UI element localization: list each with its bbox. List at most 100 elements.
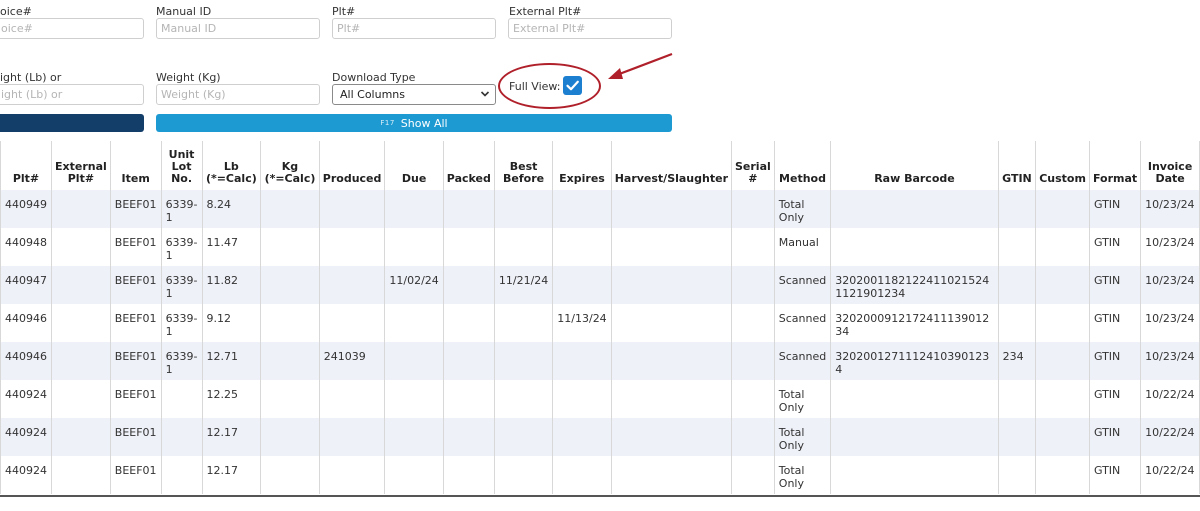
table-cell <box>443 266 495 304</box>
table-cell: Total Only <box>774 456 832 494</box>
table-cell <box>260 342 320 380</box>
table-row[interactable]: 440949 BEEF01 6339-1 8.24 Total Only GTIN 10/2… <box>0 190 1200 228</box>
table-cell <box>494 190 554 228</box>
col-harvest[interactable]: Harvest/Slaughter <box>611 141 733 190</box>
table-cell <box>443 190 495 228</box>
col-item[interactable]: Item <box>110 141 162 190</box>
table-cell: 12.25 <box>202 380 262 418</box>
table-cell <box>830 228 999 266</box>
col-best-before[interactable]: Best Before <box>494 141 554 190</box>
col-plt[interactable]: Plt# <box>0 141 52 190</box>
table-cell: 10/23/24 <box>1140 342 1200 380</box>
table-cell <box>611 228 733 266</box>
table-cell <box>319 190 386 228</box>
table-cell <box>51 266 111 304</box>
table-cell: BEEF01 <box>110 190 162 228</box>
table-cell: 440949 <box>0 190 52 228</box>
table-cell <box>552 190 612 228</box>
table-cell <box>611 456 733 494</box>
col-format[interactable]: Format <box>1089 141 1142 190</box>
weight-kg-input[interactable]: Weight (Kg) <box>156 84 320 105</box>
table-cell: GTIN <box>1089 380 1142 418</box>
col-raw-barcode[interactable]: Raw Barcode <box>830 141 999 190</box>
table-cell: 440946 <box>0 304 52 342</box>
table-cell <box>998 266 1037 304</box>
table-cell: GTIN <box>1089 418 1142 456</box>
table-cell <box>552 380 612 418</box>
annotation-circle <box>498 63 601 109</box>
invoice-input[interactable]: oice# <box>0 18 144 39</box>
download-type-select[interactable]: All Columns <box>332 84 496 105</box>
weight-lb-label: ight (Lb) or <box>0 71 62 84</box>
chevron-down-icon <box>480 87 490 104</box>
col-invoice-date[interactable]: Invoice Date <box>1140 141 1200 190</box>
table-cell <box>51 342 111 380</box>
col-due[interactable]: Due <box>384 141 444 190</box>
table-cell: 10/23/24 <box>1140 228 1200 266</box>
col-custom[interactable]: Custom <box>1035 141 1090 190</box>
col-expires[interactable]: Expires <box>552 141 612 190</box>
table-cell <box>260 456 320 494</box>
table-cell: 241039 <box>319 342 386 380</box>
table-row[interactable]: 440947 BEEF01 6339-1 11.82 11/02/24 11/21/24 S… <box>0 266 1200 304</box>
table-cell <box>161 418 203 456</box>
col-packed[interactable]: Packed <box>443 141 495 190</box>
table-cell <box>51 228 111 266</box>
col-unit-lot[interactable]: Unit Lot No. <box>161 141 203 190</box>
col-kg[interactable]: Kg (*=Calc) <box>260 141 320 190</box>
table-cell <box>1035 266 1090 304</box>
col-external-plt[interactable]: External Plt# <box>51 141 111 190</box>
table-cell <box>384 418 444 456</box>
table-cell: BEEF01 <box>110 266 162 304</box>
external-plt-input[interactable]: External Plt# <box>508 18 672 39</box>
col-serial[interactable]: Serial # <box>731 141 775 190</box>
search-button[interactable] <box>0 114 144 132</box>
weight-lb-input[interactable]: ight (Lb) or <box>0 84 144 105</box>
show-all-label: Show All <box>400 116 448 130</box>
table-cell: BEEF01 <box>110 228 162 266</box>
table-cell <box>384 228 444 266</box>
table-row[interactable]: 440946 BEEF01 6339-1 12.71 241039 Scanned 3202… <box>0 342 1200 380</box>
table-cell: 6339-1 <box>161 228 203 266</box>
table-cell: 10/22/24 <box>1140 418 1200 456</box>
col-method[interactable]: Method <box>774 141 832 190</box>
table-cell: 10/23/24 <box>1140 190 1200 228</box>
table-cell: BEEF01 <box>110 304 162 342</box>
table-cell <box>51 380 111 418</box>
table-cell: Total Only <box>774 380 832 418</box>
table-cell <box>494 456 554 494</box>
table-cell <box>611 304 733 342</box>
table-row[interactable]: 440948 BEEF01 6339-1 11.47 Manual GTIN 10/23/2… <box>0 228 1200 266</box>
table-cell <box>319 380 386 418</box>
table-cell: GTIN <box>1089 342 1142 380</box>
table-cell <box>161 456 203 494</box>
table-cell: 8.24 <box>202 190 262 228</box>
table-cell <box>1035 380 1090 418</box>
table-cell <box>384 190 444 228</box>
table-cell: 10/22/24 <box>1140 380 1200 418</box>
table-cell <box>443 228 495 266</box>
table-cell <box>494 342 554 380</box>
table-cell <box>998 418 1037 456</box>
table-cell: Scanned <box>774 266 832 304</box>
table-row[interactable]: 440946 BEEF01 6339-1 9.12 11/13/24 Scanned 320… <box>0 304 1200 342</box>
plt-input[interactable]: Plt# <box>332 18 496 39</box>
col-produced[interactable]: Produced <box>319 141 386 190</box>
manual-id-input[interactable]: Manual ID <box>156 18 320 39</box>
table-row[interactable]: 440924 BEEF01 12.17 Total Only GTIN 10/22/24 <box>0 456 1200 494</box>
table-cell: GTIN <box>1089 304 1142 342</box>
show-all-button[interactable]: F17 Show All <box>156 114 672 132</box>
table-cell <box>552 342 612 380</box>
table-cell: GTIN <box>1089 266 1142 304</box>
table-cell <box>384 456 444 494</box>
table-row[interactable]: 440924 BEEF01 12.17 Total Only GTIN 10/22/24 <box>0 418 1200 456</box>
table-cell <box>1035 456 1090 494</box>
table-row[interactable]: 440924 BEEF01 12.25 Total Only GTIN 10/22/24 <box>0 380 1200 418</box>
col-lb[interactable]: Lb (*=Calc) <box>202 141 262 190</box>
table-cell: 3202000912172411139012​34 <box>830 304 999 342</box>
table-cell <box>494 380 554 418</box>
table-cell <box>319 456 386 494</box>
col-gtin[interactable]: GTIN <box>998 141 1037 190</box>
table-cell <box>998 228 1037 266</box>
table-cell <box>731 266 775 304</box>
